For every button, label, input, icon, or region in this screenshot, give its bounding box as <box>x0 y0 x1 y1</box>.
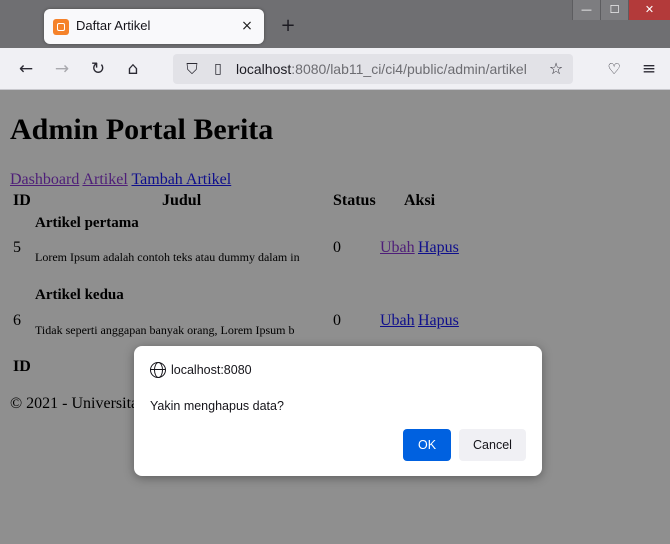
new-tab-button[interactable]: + <box>277 15 299 37</box>
reload-icon[interactable]: ↻ <box>86 57 110 81</box>
maximize-button[interactable]: ☐ <box>600 0 628 20</box>
bookmark-star-icon[interactable]: ☆ <box>545 57 567 81</box>
back-arrow-icon[interactable]: ← <box>14 57 38 81</box>
pocket-icon[interactable]: ♡ <box>602 57 626 81</box>
url-path: :8080/lab11_ci/ci4/public/admin/artikel <box>291 61 527 77</box>
close-window-button[interactable]: ✕ <box>628 0 670 20</box>
dialog-origin: localhost:8080 <box>171 363 252 377</box>
confirm-dialog: localhost:8080 Yakin menghapus data? OK … <box>134 346 542 476</box>
xampp-favicon-icon <box>53 19 69 35</box>
minimize-button[interactable]: — <box>572 0 600 20</box>
menu-icon[interactable]: ≡ <box>637 57 661 81</box>
cancel-button[interactable]: Cancel <box>459 429 526 461</box>
tab-title: Daftar Artikel <box>76 18 151 33</box>
window-controls: — ☐ ✕ <box>572 0 670 20</box>
home-icon[interactable]: ⌂ <box>121 57 145 81</box>
navigation-toolbar: ← → ↻ ⌂ ⛉ ▯ localhost:8080/lab11_ci/ci4/… <box>0 48 670 90</box>
url-host: localhost <box>236 61 292 77</box>
forward-arrow-icon[interactable]: → <box>50 57 74 81</box>
page-info-icon[interactable]: ▯ <box>207 57 229 81</box>
ok-button[interactable]: OK <box>403 429 451 461</box>
globe-icon <box>150 362 166 378</box>
tracking-shield-icon[interactable]: ⛉ <box>181 57 203 81</box>
dialog-message: Yakin menghapus data? <box>150 399 284 413</box>
url-text[interactable]: localhost:8080/lab11_ci/ci4/public/admin… <box>236 61 527 77</box>
tab-close-icon[interactable]: × <box>236 15 258 37</box>
url-bar[interactable]: ⛉ ▯ localhost:8080/lab11_ci/ci4/public/a… <box>173 54 573 84</box>
tab-strip: Daftar Artikel × + — ☐ ✕ <box>0 0 670 48</box>
tab-daftar-artikel[interactable]: Daftar Artikel × <box>44 9 264 44</box>
